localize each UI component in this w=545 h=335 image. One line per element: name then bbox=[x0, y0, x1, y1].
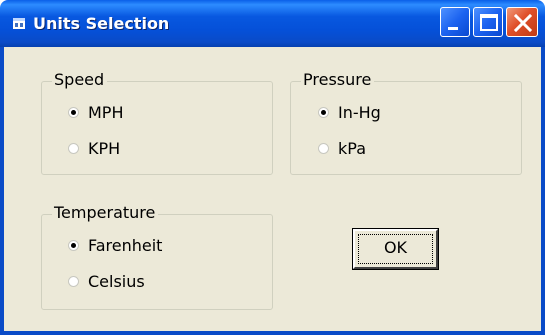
speed-groupbox: Speed MPH KPH bbox=[41, 70, 273, 175]
app-icon bbox=[13, 18, 25, 29]
radio-farenheit-indicator[interactable] bbox=[68, 240, 79, 251]
temperature-group-label: Temperature bbox=[52, 203, 159, 223]
ok-button[interactable]: OK bbox=[352, 228, 439, 270]
temperature-groupbox: Temperature Farenheit Celsius bbox=[41, 203, 273, 310]
radio-in-hg-indicator[interactable] bbox=[318, 107, 329, 118]
minimize-button[interactable] bbox=[440, 7, 470, 37]
title-bar[interactable]: Units Selection bbox=[0, 0, 545, 47]
window-title: Units Selection bbox=[33, 14, 170, 33]
minimize-icon bbox=[448, 27, 458, 30]
radio-farenheit-label: Farenheit bbox=[88, 236, 163, 255]
speed-group-label: Speed bbox=[52, 70, 108, 90]
radio-kph-label: KPH bbox=[88, 139, 121, 158]
close-button[interactable] bbox=[506, 7, 538, 37]
units-selection-window: Units Selection Speed MPH KPH Pressure I… bbox=[0, 0, 545, 335]
radio-kpa-indicator[interactable] bbox=[318, 143, 329, 154]
ok-button-label: OK bbox=[383, 238, 408, 257]
radio-celsius-label: Celsius bbox=[88, 272, 145, 291]
pressure-group-label: Pressure bbox=[301, 70, 375, 90]
close-icon bbox=[513, 13, 533, 33]
radio-mph-indicator[interactable] bbox=[68, 107, 79, 118]
radio-kph-indicator[interactable] bbox=[68, 143, 79, 154]
radio-mph-label: MPH bbox=[88, 103, 124, 122]
dialog-body: Speed MPH KPH Pressure In-Hg kPa Tempera… bbox=[0, 47, 545, 335]
maximize-icon bbox=[480, 14, 498, 31]
maximize-button[interactable] bbox=[473, 7, 503, 37]
radio-in-hg-label: In-Hg bbox=[338, 103, 381, 122]
pressure-groupbox: Pressure In-Hg kPa bbox=[290, 70, 522, 175]
radio-kpa-label: kPa bbox=[338, 139, 366, 158]
radio-celsius-indicator[interactable] bbox=[68, 276, 79, 287]
